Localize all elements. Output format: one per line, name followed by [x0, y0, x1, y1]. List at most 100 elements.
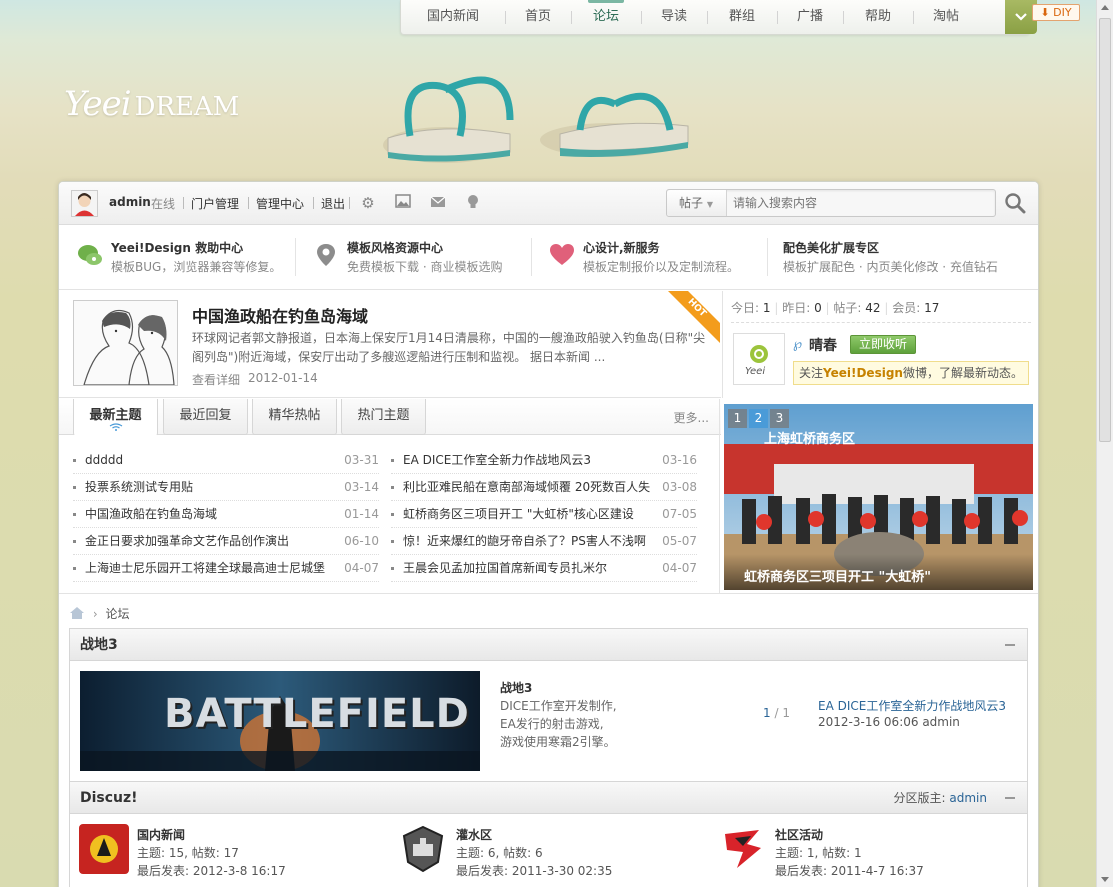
collapse-icon[interactable]	[1005, 797, 1015, 799]
hot-badge: HOT	[668, 291, 720, 343]
headline-title[interactable]: 中国渔政船在钓鱼岛海域	[192, 303, 368, 327]
forum-category: 战地3 BATTLEFIELD 战地3 DICE工作室开发制作, EA发行的射击…	[69, 628, 1028, 782]
scrollbar[interactable]	[1096, 0, 1113, 887]
headline-news: 中国渔政船在钓鱼岛海域 环球网记者郭文静报道，日本海上保安厅1月14日清晨称，中…	[59, 291, 721, 398]
online-status: 在线	[151, 197, 176, 211]
forum-title[interactable]: 战地3	[500, 679, 532, 696]
category-header[interactable]: Discuz! 分区版主: admin	[70, 782, 1027, 814]
divider	[248, 197, 249, 209]
list-item[interactable]: 王晨会见孟加拉国首席新闻专员扎米尔 04-07	[391, 555, 697, 582]
avatar[interactable]	[71, 190, 98, 217]
chevron-right-icon: ›	[92, 607, 98, 621]
services-bar: Yeei!Design 救助中心 模板BUG，浏览器兼容等修复。 模板风格资源中…	[59, 226, 1038, 290]
admin-center-link[interactable]: 管理中心	[256, 195, 304, 212]
service-template-resources[interactable]: 模板风格资源中心 免费模板下载 · 商业模板选购	[309, 236, 529, 280]
slide-page-1[interactable]: 1	[728, 409, 747, 428]
list-item[interactable]: 利比亚难民船在意南部海域倾覆 20死数百人失 03-08	[391, 474, 697, 501]
list-item[interactable]: 虹桥商务区三项目开工 "大虹桥"核心区建设 07-05	[391, 501, 697, 528]
yesterday-count: 0	[814, 301, 822, 315]
more-link[interactable]: 更多...	[674, 409, 709, 426]
nav-item-help[interactable]: 帮助	[843, 0, 913, 34]
list-item[interactable]: 金正日要求加强革命文艺作品创作演出 06-10	[73, 528, 379, 555]
diy-label: DIY	[1053, 6, 1072, 19]
scroll-up-icon[interactable]	[1101, 5, 1109, 10]
nav-item-home[interactable]: 首页	[505, 0, 571, 34]
tab-hot[interactable]: 热门主题	[341, 399, 426, 435]
sandals-illustration	[383, 76, 689, 163]
moderator-link[interactable]: admin	[949, 791, 987, 805]
forum-stats: 今日: 1 | 昨日: 0 | 帖子: 42 | 会员: 17	[731, 299, 1031, 323]
forum-activity-icon	[725, 830, 761, 868]
divider	[349, 197, 350, 209]
search-type-label: 帖子	[679, 196, 704, 210]
nav-item-news[interactable]: 国内新闻	[401, 0, 505, 34]
forum-shield-icon	[402, 825, 444, 873]
weibo-logo[interactable]: Yeei	[733, 333, 785, 385]
forum-desc-line: EA发行的射击游戏,	[500, 717, 604, 731]
today-count: 1	[762, 301, 771, 315]
breadcrumb-current[interactable]: 论坛	[105, 607, 129, 621]
weibo-name[interactable]: 晴春	[809, 335, 837, 355]
forum-banner[interactable]: BATTLEFIELD	[80, 671, 480, 771]
breadcrumb: › 论坛	[69, 605, 129, 621]
category-title: Discuz!	[80, 790, 138, 806]
nav-item-broadcast[interactable]: 广播	[777, 0, 843, 34]
scrollbar-thumb[interactable]	[1099, 18, 1111, 442]
site-logo[interactable]: Yeei DREAM	[64, 84, 239, 124]
service-color-extension[interactable]: 配色美化扩展专区 模板扩展配色 · 内页美化修改 · 充值钻石	[745, 236, 1025, 280]
collapse-icon[interactable]	[1005, 644, 1015, 646]
home-icon[interactable]	[69, 606, 85, 620]
image-slider[interactable]: 上海虹桥商务区 1 2 3 虹桥商务区三项目开工 "大虹桥"	[724, 404, 1033, 590]
slide-caption[interactable]: 虹桥商务区三项目开工 "大虹桥"	[724, 554, 1033, 590]
list-item[interactable]: 投票系统测试专用贴 03-14	[73, 474, 379, 501]
username-link[interactable]: admin	[109, 195, 151, 209]
nav-item-guide[interactable]: 导读	[641, 0, 707, 34]
last-post-link[interactable]: EA DICE工作室全新力作战地风云3	[818, 697, 1006, 714]
service-custom-design[interactable]: 心设计,新服务 模板定制报价以及定制流程。	[545, 236, 765, 280]
mail-icon[interactable]	[429, 194, 447, 212]
headline-more-link[interactable]: 查看详细	[192, 371, 240, 388]
search-input[interactable]	[727, 190, 995, 216]
tab-label: 最新主题	[89, 408, 142, 423]
divider	[719, 399, 720, 593]
main-panel: admin 在线 门户管理 管理中心 退出 ⚙ 帖子 ▼ Yeei!Design	[58, 181, 1039, 887]
yesterday-label: 昨日:	[782, 301, 811, 315]
slide-page-3[interactable]: 3	[770, 409, 789, 428]
category-header[interactable]: 战地3	[70, 629, 1027, 661]
scroll-down-icon[interactable]	[1101, 877, 1109, 882]
members-label: 会员:	[892, 301, 921, 315]
nav-item-forum[interactable]: 论坛	[571, 0, 641, 34]
tab-featured[interactable]: 精华热帖	[252, 399, 337, 435]
tab-recent-replies[interactable]: 最近回复	[163, 399, 248, 435]
weibo-logo-text: Yeei	[745, 366, 766, 377]
search-type-select[interactable]: 帖子 ▼	[667, 190, 727, 216]
image-icon[interactable]	[394, 194, 412, 212]
list-item[interactable]: EA DICE工作室全新力作战地风云3 03-16	[391, 447, 697, 474]
posts-label: 帖子:	[833, 301, 862, 315]
tab-latest[interactable]: 最新主题	[73, 399, 158, 436]
follow-button[interactable]: 立即收听	[850, 335, 916, 354]
list-item[interactable]: ddddd 03-31	[73, 447, 379, 474]
diy-button[interactable]: ⬇ DIY	[1032, 4, 1080, 21]
slide-page-2[interactable]: 2	[749, 409, 768, 428]
arrow-down-icon: ⬇	[1040, 6, 1050, 19]
service-help-center[interactable]: Yeei!Design 救助中心 模板BUG，浏览器兼容等修复。	[73, 236, 288, 280]
nav-item-groups[interactable]: 群组	[707, 0, 777, 34]
headline-image[interactable]	[73, 300, 178, 386]
service-desc: 模板定制报价以及定制流程。	[583, 260, 740, 274]
note-pre: 关注	[799, 366, 824, 380]
portal-admin-link[interactable]: 门户管理	[191, 195, 239, 212]
gear-icon[interactable]: ⚙	[359, 194, 377, 212]
service-title: Yeei!Design 救助中心	[111, 241, 244, 255]
lightbulb-icon[interactable]	[464, 194, 482, 212]
logout-link[interactable]: 退出	[321, 195, 345, 212]
note-brand[interactable]: Yeei!Design	[823, 366, 903, 380]
list-item[interactable]: 上海迪士尼乐园开工将建全球最高迪士尼城堡 04-07	[73, 555, 379, 582]
last-post-info: 2012-3-16 06:06 admin	[818, 715, 960, 729]
list-item[interactable]: 中国渔政船在钓鱼岛海域 01-14	[73, 501, 379, 528]
search-button[interactable]	[1003, 191, 1027, 215]
list-item[interactable]: 惊！近来爆红的龅牙帝自杀了？PS害人不浅啊 05-07	[391, 528, 697, 555]
service-desc: 免费模板下载 · 商业模板选购	[347, 260, 503, 274]
nav-item-collection[interactable]: 淘帖	[913, 0, 979, 34]
service-title: 模板风格资源中心	[347, 241, 444, 255]
